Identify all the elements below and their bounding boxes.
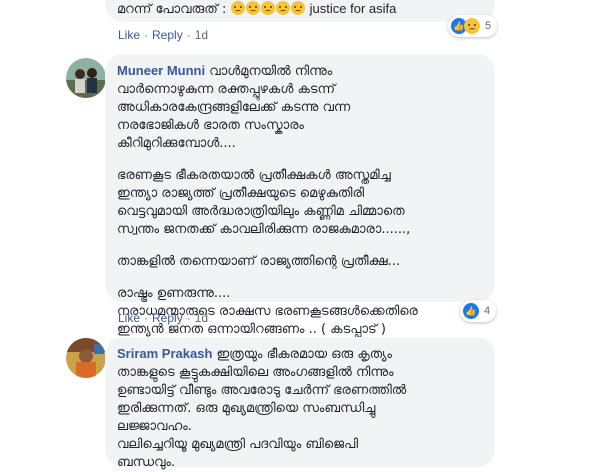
avatar[interactable] — [66, 338, 106, 378]
crying-face-icon — [290, 1, 305, 15]
sad-reaction-icon — [464, 18, 480, 34]
like-link[interactable]: Like — [118, 311, 140, 325]
comment-line: കീറിമുറിക്കുമ്പോൾ.... — [117, 136, 236, 151]
comment-line: വലിച്ചെറിയൂ മുഖ്യമന്ത്രി പദവിയും ബിജെപി — [117, 437, 359, 452]
comment-bubble-top: മറന്ന് പോവരുത് : justice for asifa — [105, 0, 495, 22]
reaction-count: 5 — [485, 20, 492, 32]
crying-face-icon — [275, 1, 290, 15]
avatar[interactable] — [66, 58, 106, 98]
comment-line: ബന്ധവും. — [117, 455, 176, 470]
like-reaction-icon: 👍 — [463, 303, 479, 319]
comment-line: രാഷ്ട്രം ഉണരുന്നു.... — [117, 286, 231, 301]
comment-line: അധികാരകേന്ദ്രങ്ങളിലേക്ക് കടന്നു വന്ന — [117, 100, 351, 115]
crying-face-icon — [230, 1, 245, 15]
reply-link[interactable]: Reply — [152, 28, 183, 42]
reply-link[interactable]: Reply — [152, 311, 183, 325]
comment-line: ലജ്ജാവഹം. — [117, 419, 192, 434]
crying-face-icon — [245, 1, 260, 15]
reactions-badge-muneer[interactable]: 👍 4 — [460, 300, 497, 322]
comment-line: ഇന്ത്യാ രാജ്യത്ത് പ്രതീക്ഷയുടെ മെഴുകുതിര… — [117, 186, 365, 201]
comment-author[interactable]: Muneer Munni — [117, 63, 205, 78]
comment-line: താങ്കളിൽ തന്നെയാണ് രാജ്യത്തിന്റെ പ്രതീക്… — [117, 254, 401, 269]
crying-face-icon — [260, 1, 275, 15]
comment-line: വാർന്നൊഴുകുന്ന രക്തപ്പുഴകൾ കടന്ന് — [117, 82, 336, 97]
comment-actions-top: Like · Reply · 1d — [118, 28, 209, 42]
comment-bubble-sriram: Sriram Prakash ഇത്രയും ഭീകരമായ ഒരു കൃത്യ… — [105, 337, 495, 470]
like-link[interactable]: Like — [118, 28, 140, 42]
reaction-count: 4 — [484, 305, 491, 317]
comment-line: ഉണ്ടായിട്ട് വീണ്ടും അവരോടു ചേർന്ന് ഭരണത്… — [117, 383, 407, 398]
comment-text: മറന്ന് പോവരുത് : — [117, 2, 227, 17]
timestamp[interactable]: 1d — [195, 311, 208, 325]
comment-line: ഭരണകൂട ഭീകരതയാൽ പ്രതീക്ഷകൾ അസ്തമിച്ച — [117, 168, 391, 183]
hashtag-text: justice for asifa — [309, 1, 397, 16]
comment-line: നരഭോജികൾ ഭാരത സംസ്കാരം — [117, 118, 305, 133]
comment-line: വെട്ടവുമായി അർദ്ധരാത്രിയിലും കണ്ണിമ ചിമ്… — [117, 204, 405, 219]
comment-line: സ്വന്തം ജനതക്ക് കാവലിരിക്കുന്ന രാജകുമാരാ… — [117, 222, 411, 237]
comment-line: വാൾമുനയിൽ നിന്നും — [209, 64, 333, 79]
reactions-badge-top[interactable]: 👍 5 — [448, 15, 498, 37]
comment-bubble-muneer: Muneer Munni വാൾമുനയിൽ നിന്നും വാർന്നൊഴു… — [105, 54, 495, 337]
comment-author[interactable]: Sriram Prakash — [117, 346, 212, 361]
comment-line: താങ്കളുടെ കൂട്ടുകക്ഷിയിലെ അംഗങ്ങളിൽ നിന്… — [117, 365, 394, 380]
comment-line: ഇത്രയും ഭീകരമായ ഒരു കൃത്യം — [216, 347, 392, 362]
comment-actions-muneer: Like · Reply · 1d — [118, 311, 209, 325]
timestamp[interactable]: 1d — [195, 28, 208, 42]
comment-line: ഇരിക്കുന്നത്. ഒരു മുഖ്യമന്ത്രിയെ സംബന്ധി… — [117, 401, 376, 416]
